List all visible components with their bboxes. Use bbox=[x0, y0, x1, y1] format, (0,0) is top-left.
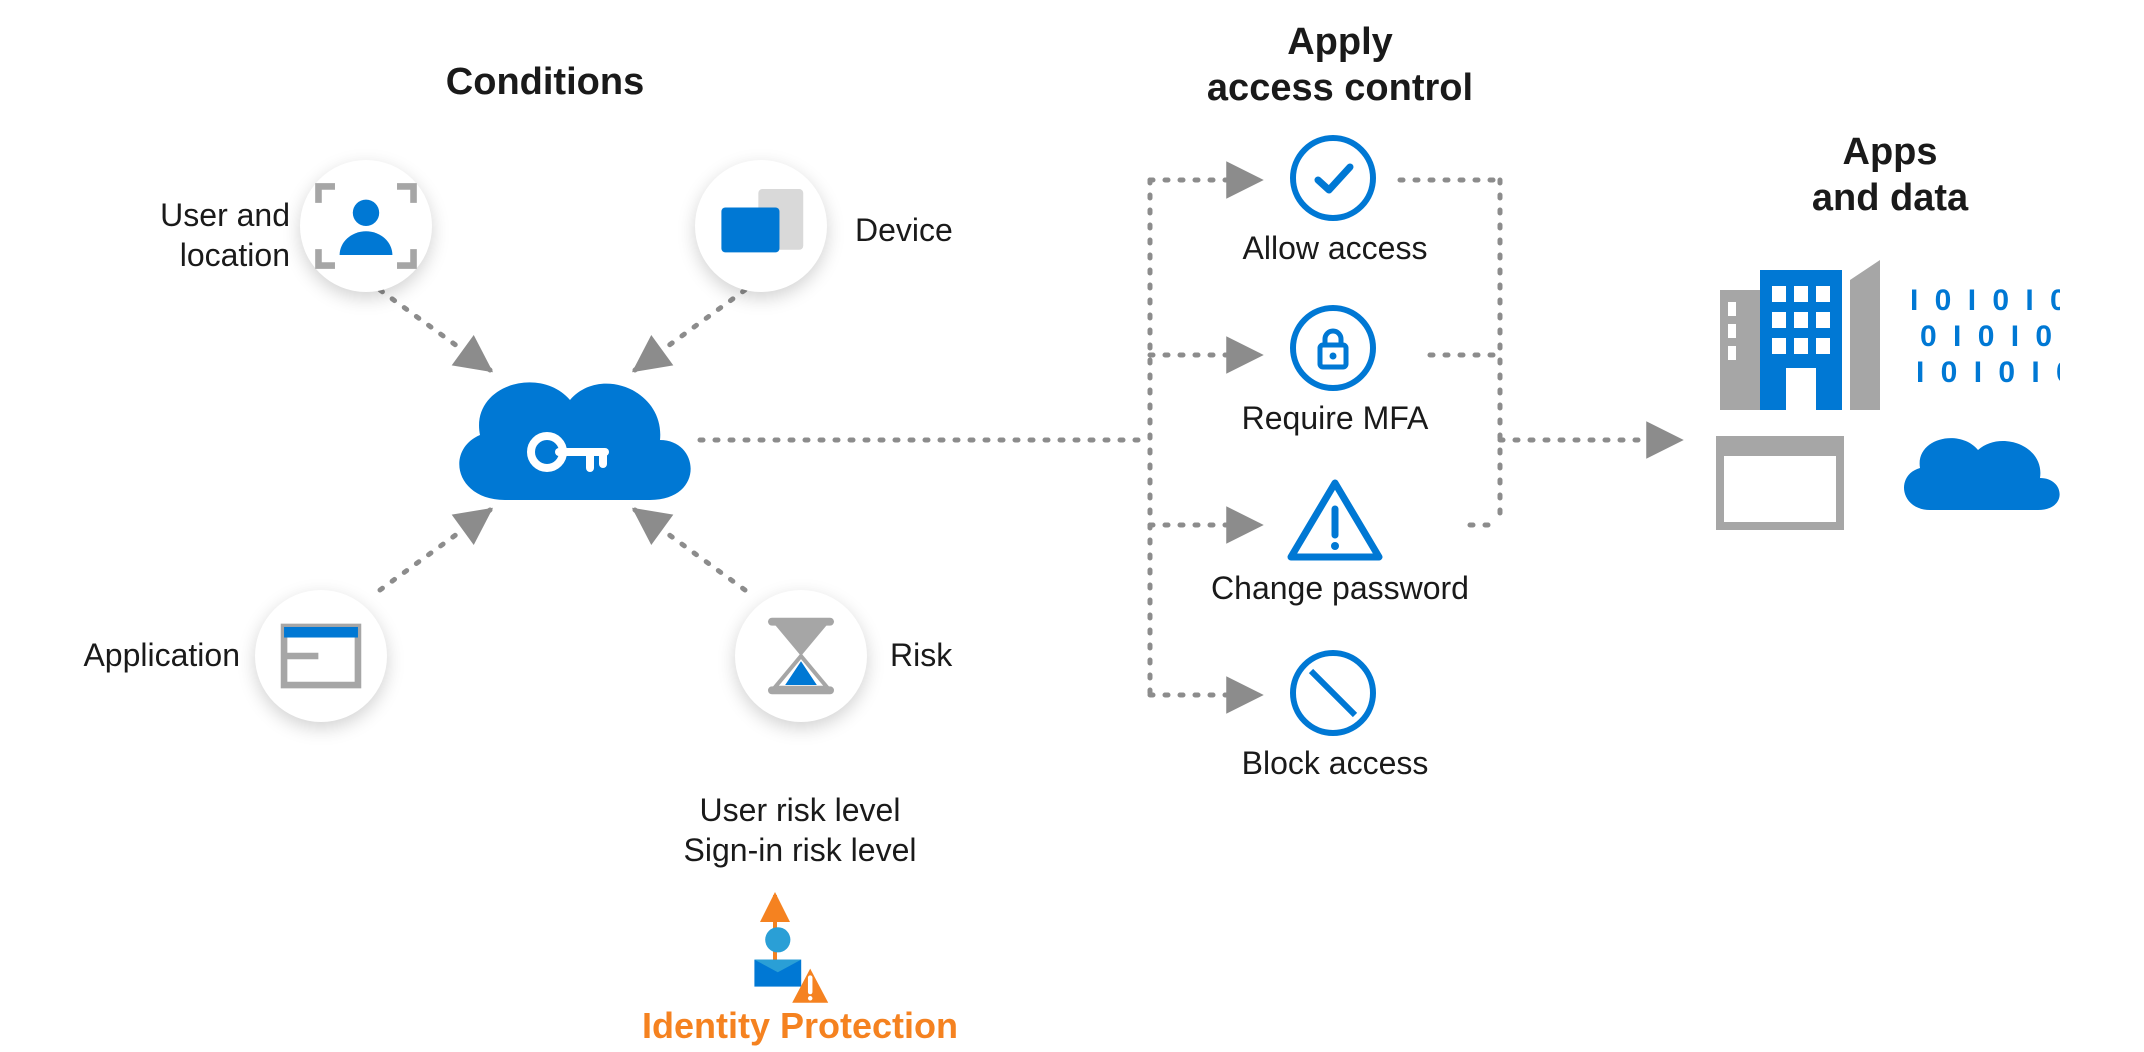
application-node bbox=[255, 590, 387, 722]
diagram-root: Conditions Apply access control Apps and… bbox=[0, 0, 2144, 1052]
cloud-key-icon bbox=[425, 340, 705, 540]
check-icon bbox=[1308, 153, 1358, 203]
lock-icon bbox=[1308, 323, 1358, 373]
require-mfa-icon bbox=[1290, 305, 1376, 391]
user-location-label: User and location bbox=[100, 195, 290, 275]
block-access-label: Block access bbox=[1210, 743, 1460, 783]
allow-access-label: Allow access bbox=[1210, 228, 1460, 268]
apps-data-cluster: I 0 I 0 I 0 0 I 0 I 0 I 0 I 0 I 0 bbox=[1700, 260, 2060, 540]
identity-protection-label: Identity Protection bbox=[620, 1005, 980, 1047]
application-label: Application bbox=[40, 635, 240, 675]
apps-heading-line1: Apps bbox=[1843, 131, 1938, 173]
access-heading-line1: Apply bbox=[1287, 21, 1393, 63]
device-node bbox=[695, 160, 827, 292]
svg-text:0 I 0 I 0: 0 I 0 I 0 bbox=[1920, 320, 2056, 353]
change-password-icon bbox=[1285, 475, 1385, 565]
access-control-heading: Apply access control bbox=[1190, 20, 1490, 111]
svg-text:I 0 I 0 I 0: I 0 I 0 I 0 bbox=[1910, 284, 2060, 317]
change-password-label: Change password bbox=[1190, 568, 1490, 608]
identity-protection-icon bbox=[740, 920, 830, 1010]
device-label: Device bbox=[855, 210, 1015, 250]
apps-data-heading: Apps and data bbox=[1760, 130, 2020, 221]
risk-detail-label: User risk level Sign-in risk level bbox=[640, 790, 960, 870]
conditions-heading: Conditions bbox=[390, 60, 700, 106]
user-location-node bbox=[300, 160, 432, 292]
risk-label: Risk bbox=[890, 635, 1010, 675]
devices-icon bbox=[695, 160, 827, 292]
user-scan-icon bbox=[300, 160, 432, 292]
require-mfa-label: Require MFA bbox=[1210, 398, 1460, 438]
block-access-icon bbox=[1290, 650, 1376, 736]
apps-heading-line2: and data bbox=[1812, 177, 1968, 219]
allow-access-icon bbox=[1290, 135, 1376, 221]
access-heading-line2: access control bbox=[1207, 67, 1473, 109]
block-icon bbox=[1296, 656, 1370, 730]
hourglass-icon bbox=[735, 590, 867, 722]
risk-node bbox=[735, 590, 867, 722]
app-window-icon bbox=[255, 590, 387, 722]
svg-text:I 0 I 0 I 0: I 0 I 0 I 0 bbox=[1916, 356, 2060, 389]
